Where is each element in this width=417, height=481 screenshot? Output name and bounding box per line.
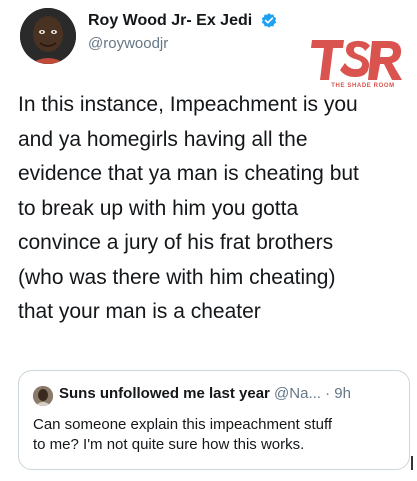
avatar-photo-icon	[20, 8, 76, 64]
author-handle[interactable]: @roywoodjr	[88, 35, 168, 52]
tweet: Roy Wood Jr- Ex Jedi @roywoodjr THE SHAD…	[0, 0, 417, 481]
author-display-name[interactable]: Roy Wood Jr- Ex Jedi	[88, 12, 252, 30]
tweet-text-line: that your man is a cheater	[18, 300, 261, 323]
tweet-text-line: convince a jury of his frat brothers	[18, 231, 334, 254]
tweet-text-line: In this instance, Impeachment is you	[18, 93, 358, 116]
quoted-tweet-header: Suns unfollowed me last year @Na... · 9h	[59, 385, 351, 402]
quoted-author-handle-time: @Na... · 9h	[269, 385, 351, 402]
tweet-text: In this instance, Impeachment is you and…	[18, 88, 413, 330]
verified-badge-icon	[261, 13, 277, 28]
tweet-text-line: evidence that ya man is cheating but	[18, 162, 359, 185]
quoted-tweet-text: Can someone explain this impeachment stu…	[33, 415, 393, 455]
quoted-text-line: Can someone explain this impeachment stu…	[33, 416, 333, 433]
avatar-photo-icon	[33, 386, 53, 406]
quoted-tweet-card[interactable]: Suns unfollowed me last year @Na... · 9h…	[18, 370, 410, 470]
quoted-text-line: to me? I'm not quite sure how this works…	[33, 436, 305, 453]
tweet-text-line: to break up with him you gotta	[18, 196, 299, 220]
author-avatar[interactable]	[20, 8, 76, 64]
tweet-text-line: and ya homegirls having all the	[18, 127, 308, 151]
quoted-author-name[interactable]: Suns unfollowed me last year	[59, 385, 270, 402]
quoted-author-avatar[interactable]	[33, 386, 53, 406]
tweet-text-line: (who was there with him cheating)	[18, 265, 336, 289]
scroll-indicator	[411, 456, 413, 470]
